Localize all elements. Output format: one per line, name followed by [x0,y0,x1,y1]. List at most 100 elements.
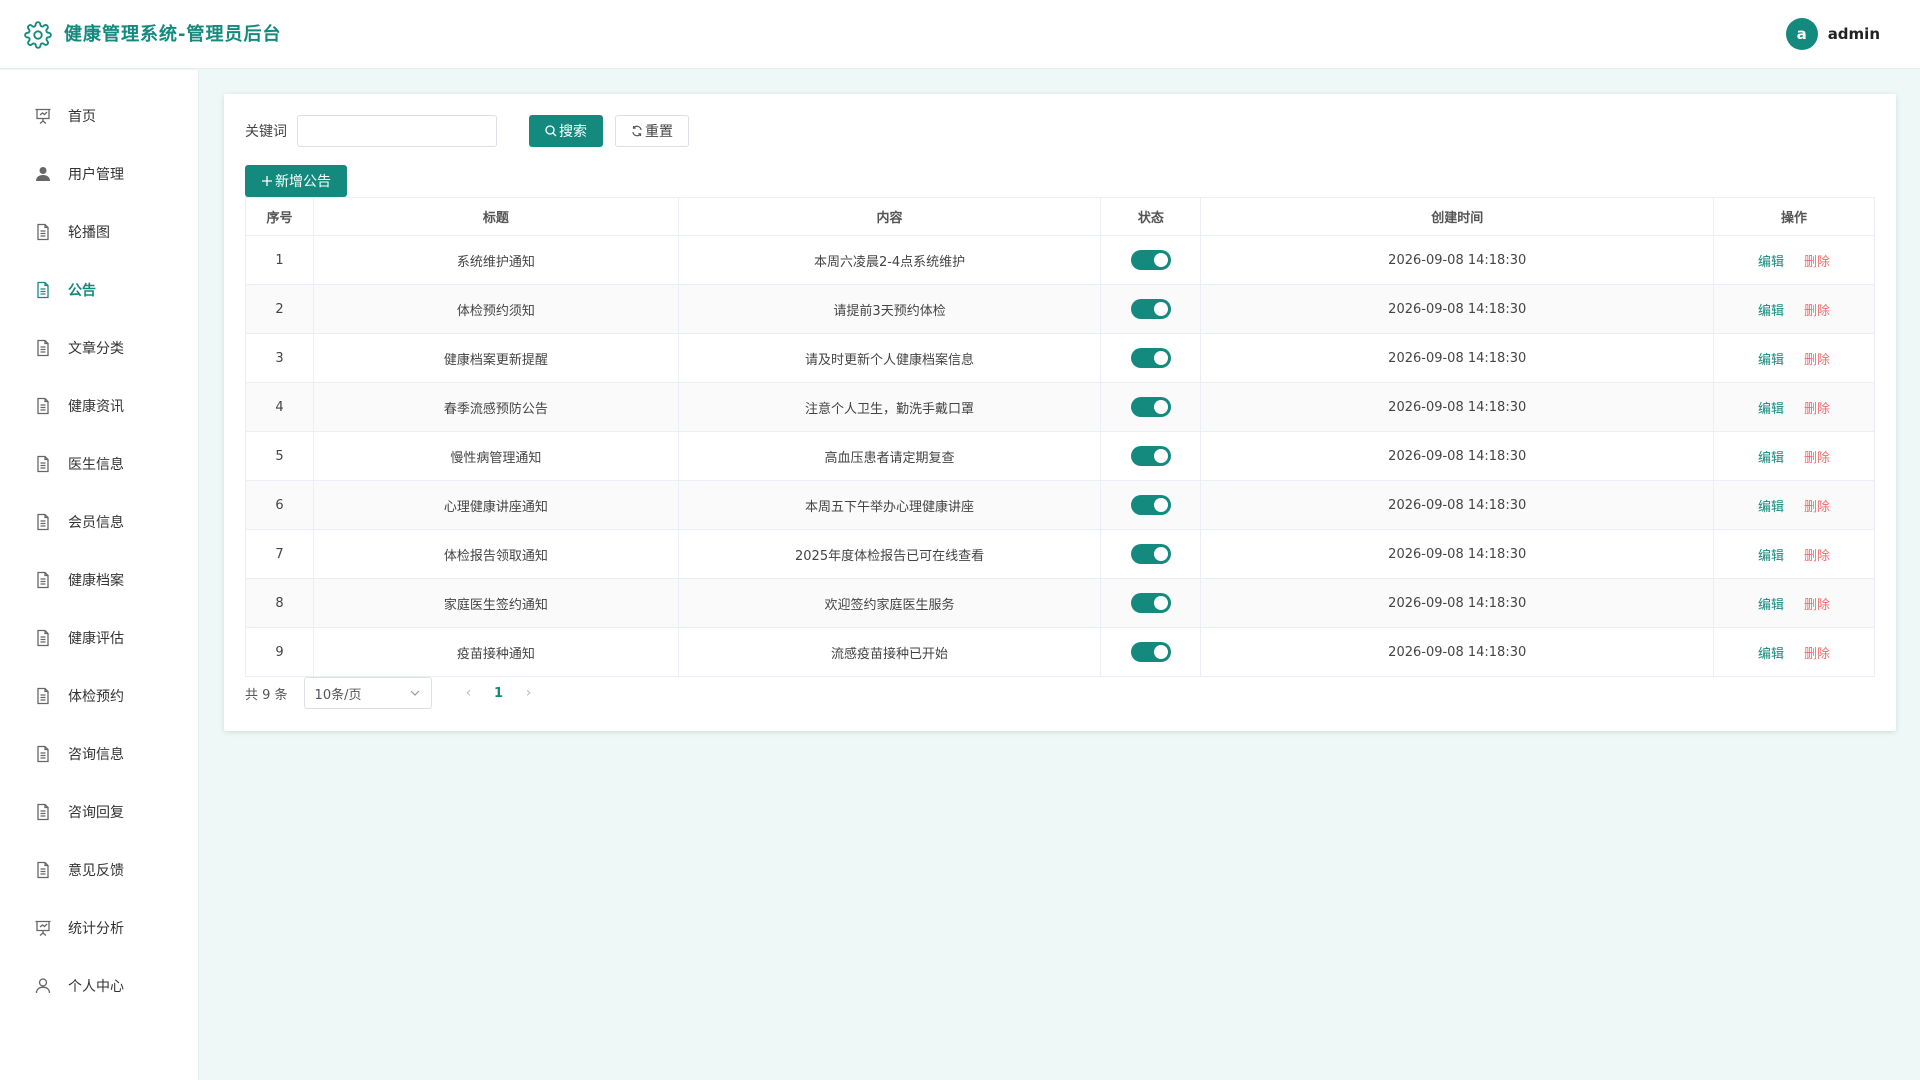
status-toggle[interactable] [1130,397,1171,417]
edit-link[interactable]: 编辑 [1758,549,1784,564]
next-page-button[interactable]: › [514,677,544,709]
sidebar-item[interactable]: 个人中心 [0,957,198,1015]
sidebar-item[interactable]: 文章分类 [0,319,198,377]
add-notice-label: 新增公告 [275,174,331,190]
document-icon [34,629,68,647]
sidebar-item-label: 健康评估 [68,631,124,647]
status-toggle[interactable] [1130,348,1171,368]
status-toggle[interactable] [1130,642,1171,662]
cell-status [1100,284,1202,334]
cell-title: 春季流感预防公告 [312,382,679,432]
cell-actions: 编辑 删除 [1713,480,1875,530]
reset-button-label: 重置 [645,124,673,140]
sidebar-item[interactable]: 首页 [0,87,198,145]
cell-actions: 编辑 删除 [1713,382,1875,432]
delete-link[interactable]: 删除 [1804,402,1830,417]
delete-link[interactable]: 删除 [1804,500,1830,515]
sidebar-item-label: 首页 [68,109,96,125]
sidebar-item[interactable]: 健康评估 [0,609,198,667]
cell-content: 流感疫苗接种已开始 [677,627,1102,677]
edit-link[interactable]: 编辑 [1758,451,1784,466]
table-row: 6 心理健康讲座通知 本周五下午举办心理健康讲座 2026-09-08 14:18:3… [245,480,1875,530]
cell-content: 欢迎签约家庭医生服务 [677,578,1102,628]
delete-link[interactable]: 删除 [1804,255,1830,270]
status-toggle[interactable] [1130,593,1171,613]
page-size-select[interactable]: 10条/页 [303,677,432,709]
search-button[interactable]: 搜索 [529,115,603,147]
sidebar-item-label: 健康档案 [68,573,124,589]
search-icon [545,125,557,137]
edit-link[interactable]: 编辑 [1758,500,1784,515]
cell-created: 2026-09-08 14:18:30 [1200,578,1715,628]
table-header-row: 序号 标题 内容 状态 创建时间 操作 [245,197,1875,236]
sidebar-item[interactable]: 健康档案 [0,551,198,609]
col-header-content: 内容 [677,197,1102,236]
delete-link[interactable]: 删除 [1804,647,1830,662]
sidebar-item[interactable]: 轮播图 [0,203,198,261]
cell-title: 健康档案更新提醒 [312,333,679,383]
delete-link[interactable]: 删除 [1804,549,1830,564]
cell-title: 慢性病管理通知 [312,431,679,481]
plus-icon [262,176,272,186]
status-toggle[interactable] [1130,299,1171,319]
cell-actions: 编辑 删除 [1713,235,1875,285]
sidebar-item-label: 公告 [68,283,96,299]
document-icon [34,745,68,763]
content-card: 关键词 搜索 重置 新增公告 序号 标题 内容 状态 创建时间 操作 1 系统维护… [224,94,1896,731]
edit-link[interactable]: 编辑 [1758,255,1784,270]
table-row: 2 体检预约须知 请提前3天预约体检 2026-09-08 14:18:30 编辑 删除 [245,284,1875,334]
cell-status [1100,382,1202,432]
gear-icon [24,21,52,49]
add-notice-button[interactable]: 新增公告 [245,165,347,197]
sidebar-item[interactable]: 会员信息 [0,493,198,551]
avatar[interactable]: a [1785,18,1818,50]
user-menu[interactable]: a admin [1785,18,1880,50]
sidebar: 首页用户管理 轮播图公告文章分类 健康资讯 医生信息 会员信息健康档案健康评估体检预约咨… [0,70,199,1080]
cell-created: 2026-09-08 14:18:30 [1200,333,1715,383]
edit-link[interactable]: 编辑 [1758,304,1784,319]
delete-link[interactable]: 删除 [1804,451,1830,466]
sidebar-item[interactable]: 咨询回复 [0,783,198,841]
status-toggle[interactable] [1130,250,1171,270]
document-icon [34,339,68,357]
sidebar-item[interactable]: 健康资讯 [0,377,198,435]
page-number[interactable]: 1 [484,677,514,709]
cell-actions: 编辑 删除 [1713,431,1875,481]
sidebar-item[interactable]: 咨询信息 [0,725,198,783]
keyword-input[interactable] [297,115,497,147]
sidebar-item[interactable]: 意见反馈 [0,841,198,899]
edit-link[interactable]: 编辑 [1758,353,1784,368]
sidebar-item[interactable]: 用户管理 [0,145,198,203]
reset-button[interactable]: 重置 [615,115,689,147]
document-icon [34,571,68,589]
cell-title: 疫苗接种通知 [312,627,679,677]
sidebar-item-label: 咨询信息 [68,747,124,763]
edit-link[interactable]: 编辑 [1758,598,1784,613]
prev-page-button[interactable]: ‹ [454,677,484,709]
status-toggle[interactable] [1130,446,1171,466]
sidebar-item[interactable]: 体检预约 [0,667,198,725]
cell-status [1100,578,1202,628]
status-toggle[interactable] [1130,544,1171,564]
delete-link[interactable]: 删除 [1804,598,1830,613]
cell-created: 2026-09-08 14:18:30 [1200,235,1715,285]
sidebar-item-label: 体检预约 [68,689,124,705]
status-toggle[interactable] [1130,495,1171,515]
delete-link[interactable]: 删除 [1804,353,1830,368]
cell-title: 体检预约须知 [312,284,679,334]
cell-actions: 编辑 删除 [1713,578,1875,628]
table-row: 1 系统维护通知 本周六凌晨2-4点系统维护 2026-09-08 14:18:30 编… [245,235,1875,285]
table-row: 9 疫苗接种通知 流感疫苗接种已开始 2026-09-08 14:18:30 编辑 删除 [245,627,1875,677]
delete-link[interactable]: 删除 [1804,304,1830,319]
cell-no: 5 [245,431,314,481]
sidebar-item[interactable]: 医生信息 [0,435,198,493]
chevron-down-icon [410,690,419,696]
edit-link[interactable]: 编辑 [1758,402,1784,417]
col-header-created: 创建时间 [1200,197,1715,236]
edit-link[interactable]: 编辑 [1758,647,1784,662]
cell-no: 3 [245,333,314,383]
username[interactable]: admin [1828,25,1880,43]
sidebar-item[interactable]: 公告 [0,261,198,319]
sidebar-item[interactable]: 统计分析 [0,899,198,957]
cell-created: 2026-09-08 14:18:30 [1200,480,1715,530]
